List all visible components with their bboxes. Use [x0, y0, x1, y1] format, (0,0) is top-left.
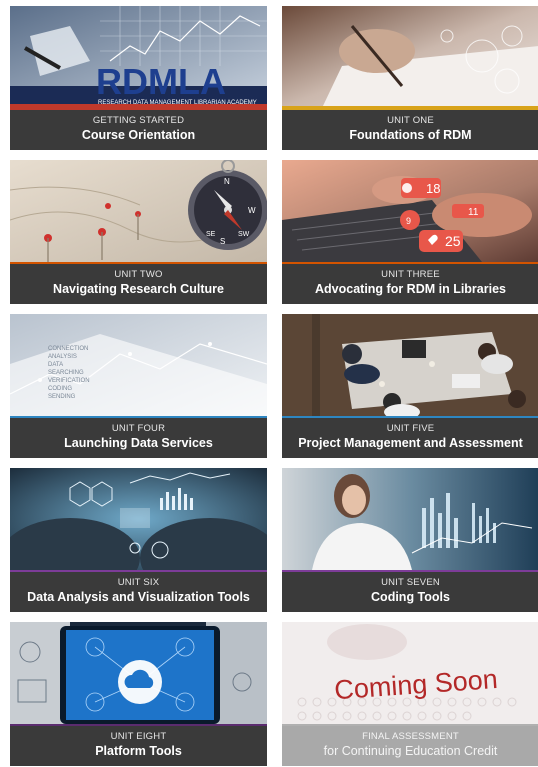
- compass-s: S: [220, 237, 225, 246]
- card-unit: UNIT SIX: [117, 577, 160, 588]
- foundations-image: [282, 6, 538, 108]
- card-unit: UNIT FOUR: [111, 423, 166, 434]
- data-analysis-image: [10, 468, 267, 570]
- compass-sw: SW: [238, 231, 250, 238]
- card-project-management[interactable]: UNIT FIVE Project Management and Assessm…: [282, 314, 538, 458]
- card-title[interactable]: Launching Data Services: [10, 435, 267, 451]
- card-caption: UNIT EIGHT Platform Tools: [10, 726, 267, 766]
- rdmla-subtitle: RESEARCH DATA MANAGEMENT LIBRARIAN ACADE…: [98, 100, 257, 106]
- card-title[interactable]: Coding Tools: [282, 589, 538, 605]
- card-caption: UNIT ONE Foundations of RDM: [282, 110, 538, 150]
- rdmla-logo: RDMLA: [96, 61, 226, 102]
- platform-tools-image: [10, 622, 267, 724]
- course-grid: RDMLA RESEARCH DATA MANAGEMENT LIBRARIAN…: [10, 6, 538, 766]
- launching-image: CONNECTION ANALYSIS DATA SEARCHING VERIF…: [10, 314, 267, 416]
- card-coding-tools[interactable]: UNIT SEVEN Coding Tools: [282, 468, 538, 612]
- data-word: SEARCHING: [48, 370, 84, 376]
- card-navigating-research-culture[interactable]: N S SW SE W UNIT TWO Navigating Research…: [10, 160, 267, 304]
- card-final-assessment: Coming Soon FINAL ASSESSMENT for Continu…: [282, 622, 538, 766]
- card-caption: FINAL ASSESSMENT for Continuing Educatio…: [282, 726, 538, 766]
- card-caption: GETTING STARTED Course Orientation: [10, 110, 267, 150]
- data-word: VERIFICATION: [48, 378, 90, 384]
- likes-count: 18: [426, 181, 440, 196]
- data-word: SENDING: [48, 394, 76, 400]
- card-data-analysis-visualization[interactable]: UNIT SIX Data Analysis and Visualization…: [10, 468, 267, 612]
- project-management-image: [282, 314, 538, 416]
- final-assessment-image: Coming Soon: [282, 622, 538, 724]
- card-title[interactable]: Platform Tools: [10, 743, 267, 759]
- card-advocating-for-rdm[interactable]: 18 11 9 25 UNIT THREE Advocating for RDM…: [282, 160, 538, 304]
- card-unit: UNIT ONE: [387, 115, 434, 126]
- card-title[interactable]: Course Orientation: [10, 127, 267, 143]
- badge-count: 9: [406, 216, 411, 226]
- card-course-orientation[interactable]: RDMLA RESEARCH DATA MANAGEMENT LIBRARIAN…: [10, 6, 267, 150]
- messages-count: 11: [468, 207, 479, 218]
- card-foundations-of-rdm[interactable]: UNIT ONE Foundations of RDM: [282, 6, 538, 150]
- advocating-image: 18 11 9 25: [282, 160, 538, 262]
- card-caption: UNIT SEVEN Coding Tools: [282, 572, 538, 612]
- card-unit: UNIT FIVE: [386, 423, 435, 434]
- data-word: CONNECTION: [48, 346, 88, 352]
- card-caption: UNIT SIX Data Analysis and Visualization…: [10, 572, 267, 612]
- card-platform-tools[interactable]: UNIT EIGHT Platform Tools: [10, 622, 267, 766]
- card-title[interactable]: Data Analysis and Visualization Tools: [10, 589, 267, 605]
- card-title[interactable]: Project Management and Assessment: [282, 435, 538, 451]
- card-unit: UNIT SEVEN: [381, 577, 440, 588]
- compass-n: N: [224, 177, 230, 186]
- data-word: DATA: [48, 362, 63, 368]
- navigating-image: N S SW SE W: [10, 160, 267, 262]
- coding-tools-image: [282, 468, 538, 570]
- card-unit: UNIT EIGHT: [110, 731, 167, 742]
- card-title[interactable]: Foundations of RDM: [282, 127, 538, 143]
- hearts-count: 25: [445, 233, 461, 249]
- card-caption: UNIT THREE Advocating for RDM in Librari…: [282, 264, 538, 304]
- card-unit: UNIT TWO: [114, 269, 163, 280]
- compass-w: W: [248, 206, 256, 215]
- card-title: for Continuing Education Credit: [323, 744, 498, 758]
- card-title[interactable]: Advocating for RDM in Libraries: [282, 281, 538, 297]
- data-word: ANALYSIS: [48, 354, 77, 360]
- card-caption: UNIT FOUR Launching Data Services: [10, 418, 267, 458]
- card-caption: UNIT TWO Navigating Research Culture: [10, 264, 267, 304]
- card-title[interactable]: Navigating Research Culture: [10, 281, 267, 297]
- card-unit: UNIT THREE: [381, 269, 440, 280]
- data-word: CODING: [48, 386, 72, 392]
- compass-se: SE: [206, 231, 216, 238]
- card-launching-data-services[interactable]: CONNECTION ANALYSIS DATA SEARCHING VERIF…: [10, 314, 267, 458]
- card-unit: GETTING STARTED: [92, 115, 185, 126]
- card-caption: UNIT FIVE Project Management and Assessm…: [282, 418, 538, 458]
- course-orientation-image: RDMLA RESEARCH DATA MANAGEMENT LIBRARIAN…: [10, 6, 267, 108]
- card-unit: FINAL ASSESSMENT: [362, 731, 459, 742]
